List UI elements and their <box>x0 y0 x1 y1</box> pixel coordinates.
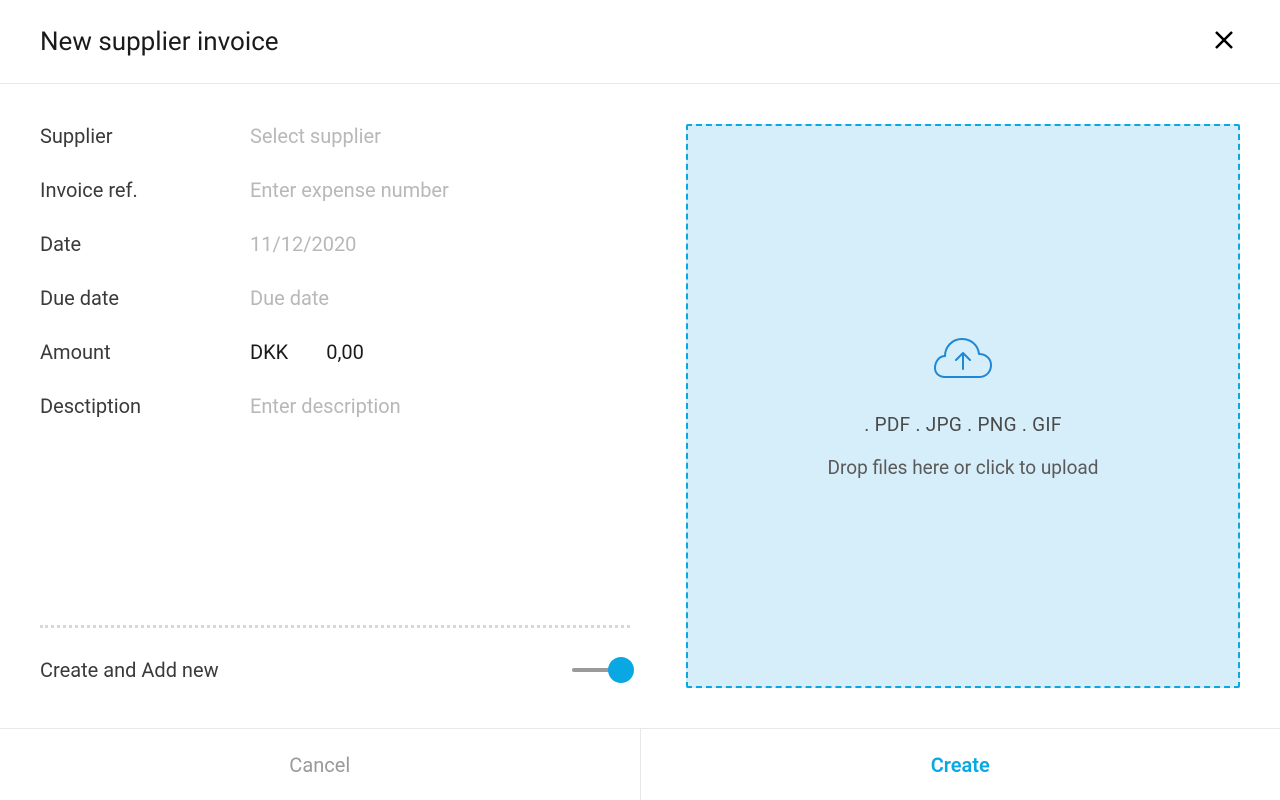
supplier-input[interactable] <box>250 124 630 148</box>
modal-footer: Cancel Create <box>0 728 1280 800</box>
date-input[interactable] <box>250 232 630 256</box>
toggle-row: Create and Add new <box>40 628 630 688</box>
form-rows: Supplier Invoice ref. Date Due date Amou <box>40 124 630 418</box>
new-supplier-invoice-modal: New supplier invoice Supplier Invoice re… <box>0 0 1280 800</box>
amount-input[interactable] <box>326 340 446 364</box>
cloud-upload-icon <box>931 333 995 393</box>
modal-header: New supplier invoice <box>0 0 1280 84</box>
filetypes-text: . PDF . JPG . PNG . GIF <box>864 413 1061 436</box>
label-invoice-ref: Invoice ref. <box>40 178 250 202</box>
row-description: Desctiption <box>40 394 630 418</box>
amount-group: DKK <box>250 340 446 364</box>
close-button[interactable] <box>1208 24 1240 59</box>
close-icon <box>1212 28 1236 55</box>
cancel-button[interactable]: Cancel <box>0 729 641 800</box>
row-supplier: Supplier <box>40 124 630 148</box>
file-dropzone[interactable]: . PDF . JPG . PNG . GIF Drop files here … <box>686 124 1240 688</box>
modal-body: Supplier Invoice ref. Date Due date Amou <box>0 84 1280 728</box>
row-due-date: Due date <box>40 286 630 310</box>
toggle-thumb <box>608 657 634 683</box>
label-supplier: Supplier <box>40 124 250 148</box>
row-amount: Amount DKK <box>40 340 630 364</box>
row-date: Date <box>40 232 630 256</box>
toggle-label: Create and Add new <box>40 658 219 682</box>
create-button[interactable]: Create <box>641 729 1280 800</box>
description-input[interactable] <box>250 394 630 418</box>
label-amount: Amount <box>40 340 250 364</box>
form-column: Supplier Invoice ref. Date Due date Amou <box>40 124 630 688</box>
label-due-date: Due date <box>40 286 250 310</box>
invoice-ref-input[interactable] <box>250 178 630 202</box>
drop-hint-text: Drop files here or click to upload <box>828 456 1099 479</box>
currency-label: DKK <box>250 340 288 364</box>
create-add-new-toggle[interactable] <box>572 656 630 684</box>
label-description: Desctiption <box>40 394 250 418</box>
label-date: Date <box>40 232 250 256</box>
due-date-input[interactable] <box>250 286 630 310</box>
row-invoice-ref: Invoice ref. <box>40 178 630 202</box>
modal-title: New supplier invoice <box>40 27 279 57</box>
upload-column: . PDF . JPG . PNG . GIF Drop files here … <box>686 124 1240 688</box>
